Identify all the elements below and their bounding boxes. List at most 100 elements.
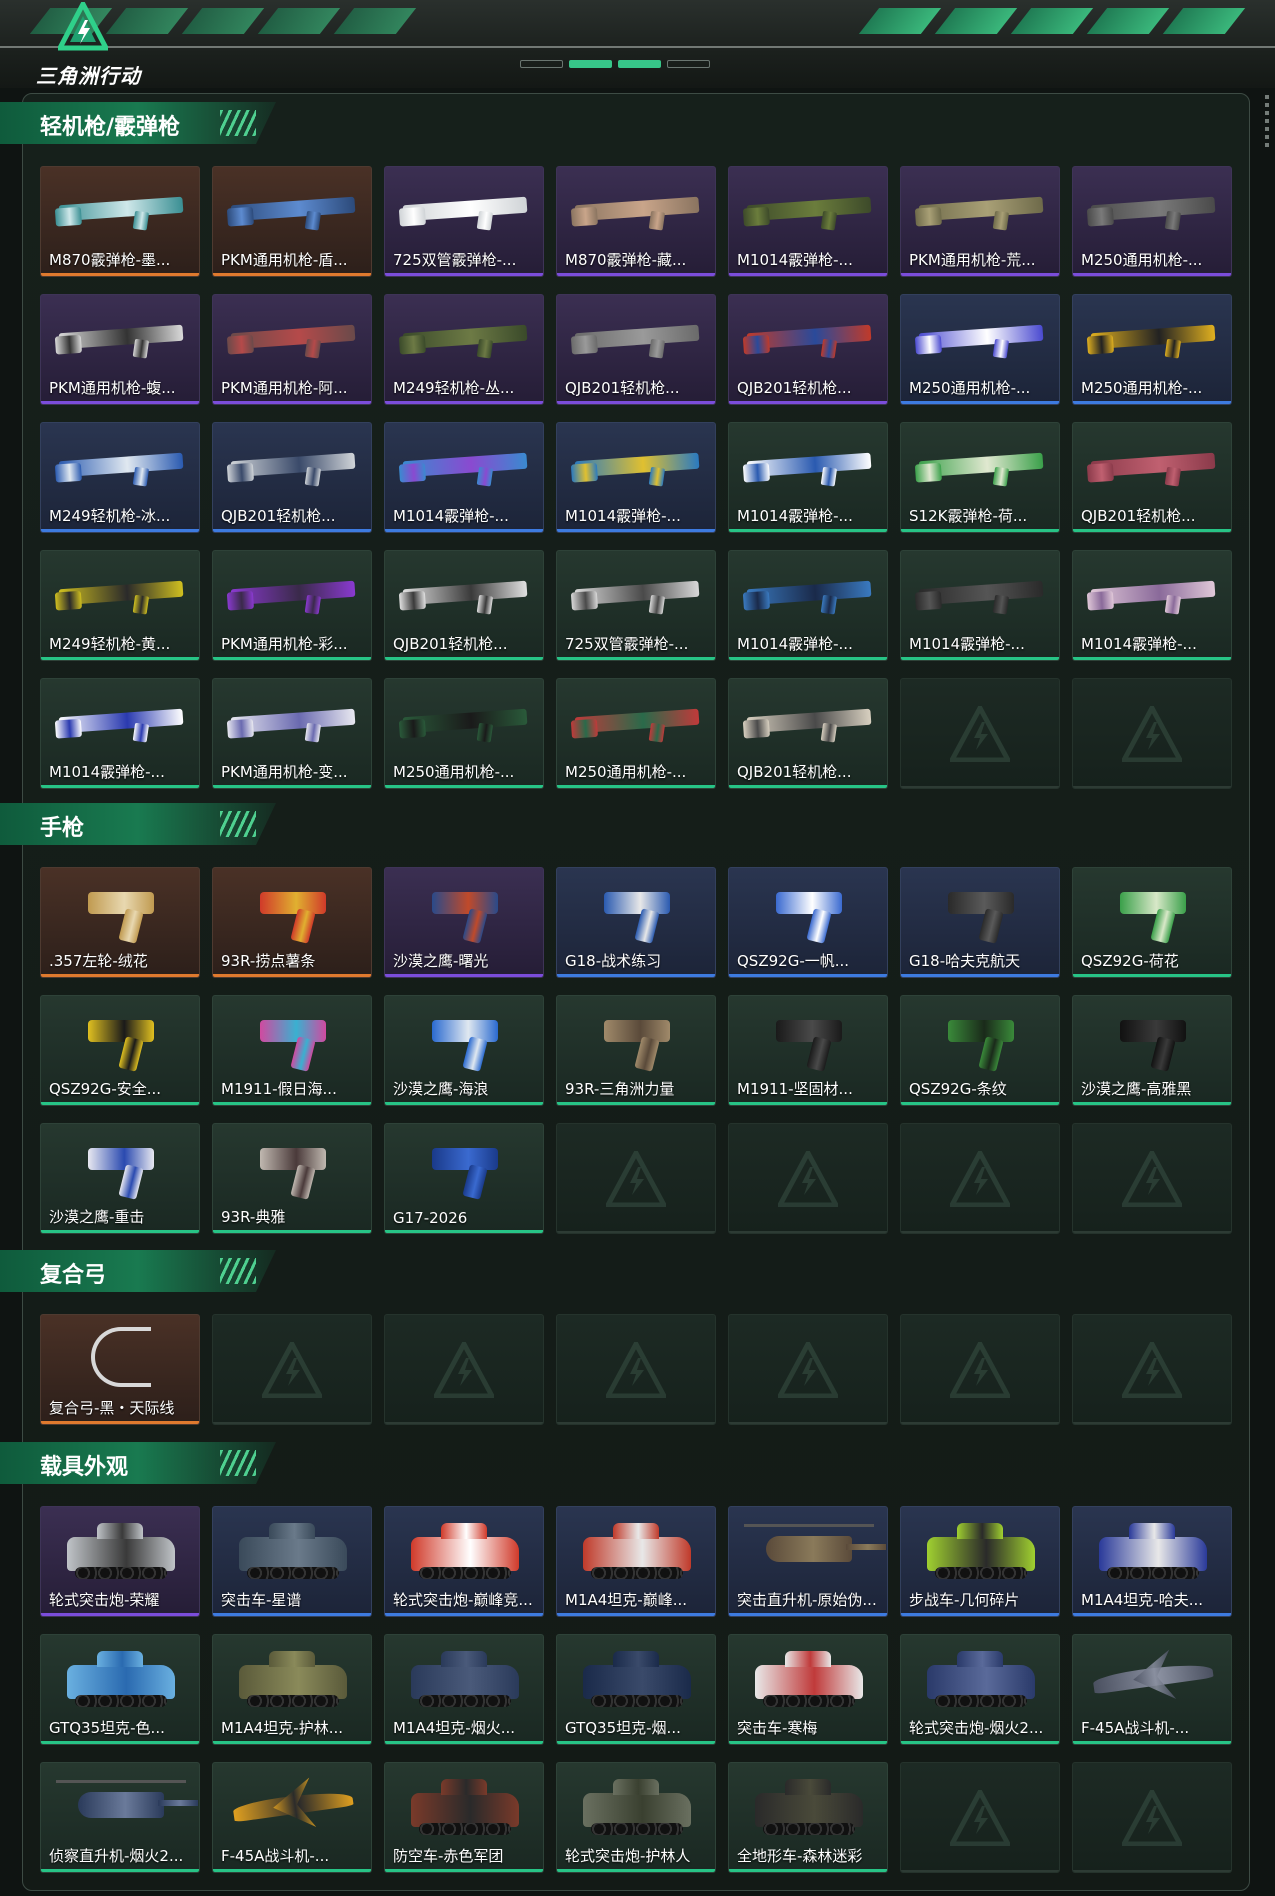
- item-card[interactable]: QJB201轻机枪...: [1072, 422, 1232, 533]
- item-card[interactable]: 725双管霰弹枪-...: [384, 166, 544, 277]
- item-card[interactable]: 侦察直升机-烟火2...: [40, 1762, 200, 1873]
- item-card[interactable]: PKM通用机枪-荒...: [900, 166, 1060, 277]
- item-card[interactable]: 沙漠之鹰-海浪: [384, 995, 544, 1106]
- scrollbar[interactable]: [1265, 95, 1269, 151]
- item-card[interactable]: PKM通用机枪-变...: [212, 678, 372, 789]
- rarity-bar: [213, 1741, 371, 1744]
- item-card[interactable]: 突击车-寒梅: [728, 1634, 888, 1745]
- long-skin-icon: [219, 687, 367, 755]
- item-label: 沙漠之鹰-高雅黑: [1081, 1080, 1192, 1098]
- item-card[interactable]: M1A4坦克-哈夫...: [1072, 1506, 1232, 1617]
- item-card[interactable]: G17-2026: [384, 1123, 544, 1234]
- item-card[interactable]: M250通用机枪-...: [1072, 166, 1232, 277]
- item-label: PKM通用机枪-彩...: [221, 635, 348, 653]
- item-card[interactable]: 轮式突击炮-护林人: [556, 1762, 716, 1873]
- item-card[interactable]: 沙漠之鹰-高雅黑: [1072, 995, 1232, 1106]
- long-skin-icon: [907, 175, 1055, 243]
- item-card[interactable]: M1014霰弹枪-...: [728, 550, 888, 661]
- item-card[interactable]: QSZ92G-安全...: [40, 995, 200, 1106]
- item-card[interactable]: QJB201轻机枪...: [728, 294, 888, 405]
- item-card[interactable]: 轮式突击炮-巅峰竞...: [384, 1506, 544, 1617]
- item-card[interactable]: .357左轮-绒花: [40, 867, 200, 978]
- item-card[interactable]: QJB201轻机枪...: [556, 294, 716, 405]
- item-card[interactable]: 93R-捞点薯条: [212, 867, 372, 978]
- pistol-skin-icon: [391, 1132, 539, 1200]
- item-card[interactable]: M1014霰弹枪-...: [40, 678, 200, 789]
- item-card[interactable]: 防空车-赤色军团: [384, 1762, 544, 1873]
- item-card[interactable]: 突击直升机-原始伪...: [728, 1506, 888, 1617]
- item-card[interactable]: 沙漠之鹰-重击: [40, 1123, 200, 1234]
- vehicle-skin-icon: [735, 1771, 883, 1839]
- rarity-bar: [213, 657, 371, 660]
- item-card[interactable]: 轮式突击炮-荣耀: [40, 1506, 200, 1617]
- item-card[interactable]: M1014霰弹枪-...: [384, 422, 544, 533]
- item-card[interactable]: F-45A战斗机-...: [1072, 1634, 1232, 1745]
- long-skin-icon: [391, 303, 539, 371]
- item-label: M249轻机枪-黄...: [49, 635, 171, 653]
- item-card[interactable]: 复合弓-黑・天际线: [40, 1314, 200, 1425]
- item-card[interactable]: 突击车-星谱: [212, 1506, 372, 1617]
- item-card[interactable]: M1014霰弹枪-...: [1072, 550, 1232, 661]
- item-card[interactable]: M250通用机枪-...: [900, 294, 1060, 405]
- item-card[interactable]: M1014霰弹枪-...: [556, 422, 716, 533]
- rarity-bar: [901, 401, 1059, 404]
- item-card[interactable]: M250通用机枪-...: [1072, 294, 1232, 405]
- item-card[interactable]: QSZ92G-荷花: [1072, 867, 1232, 978]
- item-label: M1911-假日海...: [221, 1080, 337, 1098]
- section-header-lmg-shotgun: 轻机枪/霰弹枪: [0, 102, 280, 144]
- item-card[interactable]: QSZ92G-一帆...: [728, 867, 888, 978]
- heli-skin-icon: [47, 1771, 198, 1839]
- item-card[interactable]: 全地形车-森林迷彩: [728, 1762, 888, 1873]
- rarity-bar: [213, 1102, 371, 1105]
- item-grid-vehicle: 轮式突击炮-荣耀 突击车-星谱 轮式突击炮-巅峰竞... M1A4坦克-巅峰... 突击…: [40, 1506, 1232, 1873]
- item-card[interactable]: M870霰弹枪-墨...: [40, 166, 200, 277]
- item-card[interactable]: 725双管霰弹枪-...: [556, 550, 716, 661]
- item-card[interactable]: 沙漠之鹰-曙光: [384, 867, 544, 978]
- item-card[interactable]: 93R-典雅: [212, 1123, 372, 1234]
- item-card[interactable]: M1A4坦克-护林...: [212, 1634, 372, 1745]
- item-card[interactable]: M249轻机枪-黄...: [40, 550, 200, 661]
- item-card[interactable]: PKM通用机枪-蝮...: [40, 294, 200, 405]
- delta-logo-placeholder-icon: [950, 1150, 1010, 1207]
- item-label: QJB201轻机枪...: [1081, 507, 1196, 525]
- rarity-bar: [557, 1869, 715, 1872]
- item-card[interactable]: M1A4坦克-巅峰...: [556, 1506, 716, 1617]
- item-card[interactable]: M250通用机枪-...: [384, 678, 544, 789]
- item-card[interactable]: S12K霰弹枪-荷...: [900, 422, 1060, 533]
- item-card[interactable]: 步战车-几何碎片: [900, 1506, 1060, 1617]
- item-card[interactable]: GTQ35坦克-烟...: [556, 1634, 716, 1745]
- item-card[interactable]: F-45A战斗机-...: [212, 1762, 372, 1873]
- item-card[interactable]: M249轻机枪-冰...: [40, 422, 200, 533]
- item-card[interactable]: QJB201轻机枪...: [728, 678, 888, 789]
- item-card[interactable]: M249轻机枪-丛...: [384, 294, 544, 405]
- item-label: QJB201轻机枪...: [565, 379, 680, 397]
- item-card[interactable]: G18-哈夫克航天: [900, 867, 1060, 978]
- item-card[interactable]: M1A4坦克-烟火...: [384, 1634, 544, 1745]
- item-card[interactable]: PKM通用机枪-盾...: [212, 166, 372, 277]
- item-card[interactable]: PKM通用机枪-阿...: [212, 294, 372, 405]
- rarity-bar: [729, 974, 887, 977]
- item-card[interactable]: M870霰弹枪-藏...: [556, 166, 716, 277]
- item-card[interactable]: M1911-假日海...: [212, 995, 372, 1106]
- rarity-bar: [41, 401, 199, 404]
- item-card[interactable]: M250通用机枪-...: [556, 678, 716, 789]
- item-card[interactable]: M1911-坚固材...: [728, 995, 888, 1106]
- long-skin-icon: [219, 303, 367, 371]
- item-card[interactable]: PKM通用机枪-彩...: [212, 550, 372, 661]
- empty-slot: [728, 1314, 888, 1425]
- item-label: M1014霰弹枪-...: [393, 507, 509, 525]
- item-card[interactable]: QJB201轻机枪...: [384, 550, 544, 661]
- item-card[interactable]: 93R-三角洲力量: [556, 995, 716, 1106]
- rarity-bar: [729, 273, 887, 276]
- item-card[interactable]: M1014霰弹枪-...: [900, 550, 1060, 661]
- item-card[interactable]: G18-战术练习: [556, 867, 716, 978]
- item-card[interactable]: M1014霰弹枪-...: [728, 166, 888, 277]
- item-card[interactable]: M1014霰弹枪-...: [728, 422, 888, 533]
- long-skin-icon: [1079, 431, 1227, 499]
- item-card[interactable]: QSZ92G-条纹: [900, 995, 1060, 1106]
- item-label: 轮式突击炮-巅峰竞...: [393, 1591, 533, 1609]
- rarity-bar: [729, 401, 887, 404]
- item-card[interactable]: 轮式突击炮-烟火2...: [900, 1634, 1060, 1745]
- item-card[interactable]: GTQ35坦克-色...: [40, 1634, 200, 1745]
- item-card[interactable]: QJB201轻机枪...: [212, 422, 372, 533]
